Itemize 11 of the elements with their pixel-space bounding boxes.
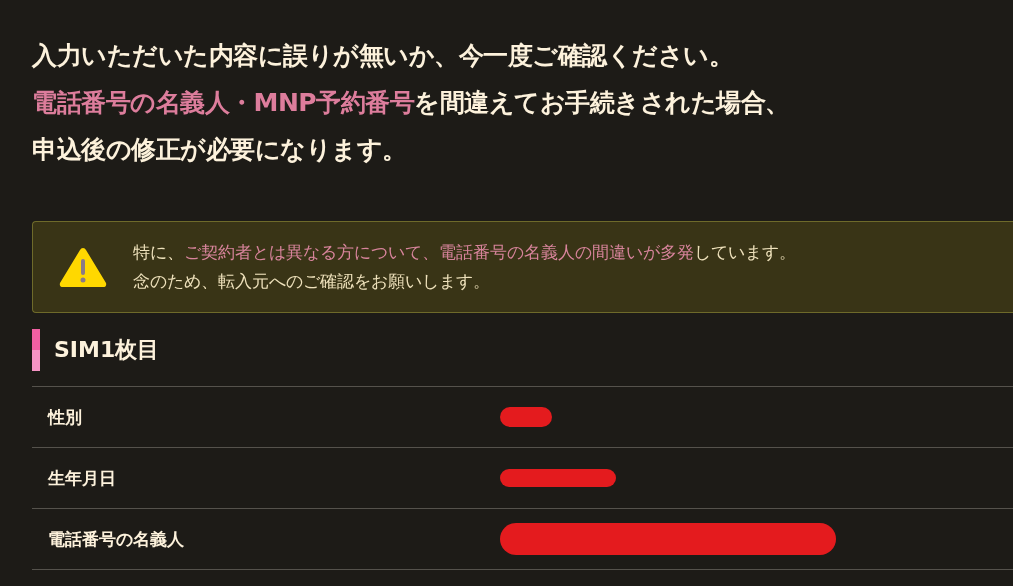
notice-text: 念のため、転入元へのご確認をお願いします。 xyxy=(133,270,491,293)
intro-text: 入力いただいた内容に誤りが無いか、今一度ご確認ください。 xyxy=(32,40,734,72)
section-title: SIM1枚目 xyxy=(54,336,160,364)
field-label: 性別 xyxy=(46,405,83,429)
intro-text: 電話番号の名義人・MNP予約番号を間違えてお手続きされた場合、 xyxy=(32,87,791,119)
field-label: 電話番号の名義人 xyxy=(47,527,185,551)
intro-text: 申込後の修正が必要になります。 xyxy=(32,134,408,166)
section-marker xyxy=(32,329,40,371)
notice-text: 特に、ご契約者とは異なる方について、電話番号の名義人の間違いが多発しています。 xyxy=(133,241,796,264)
warning-icon xyxy=(58,245,108,289)
field-label: 生年月日 xyxy=(47,466,117,490)
